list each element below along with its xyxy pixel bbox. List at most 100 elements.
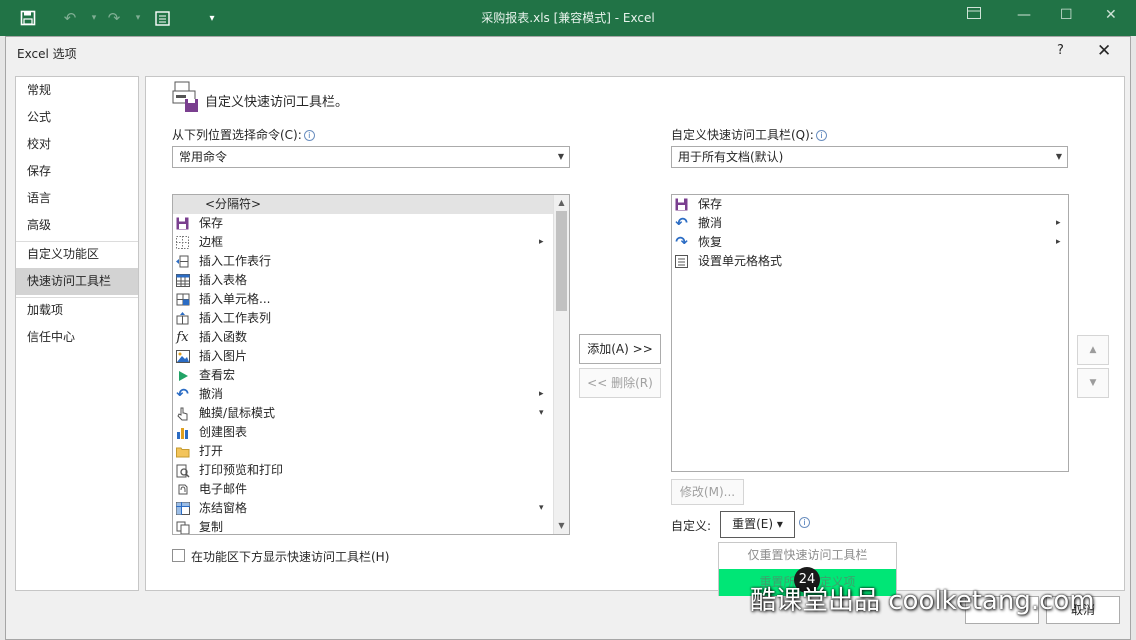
excel-options-dialog: Excel 选项 ? ✕ 常规 公式 校对 保存 语言 高级 自定义功能区 快速…	[5, 36, 1131, 640]
list-item[interactable]: 边框 ▸	[173, 233, 553, 252]
list-item-label: 打印预览和打印	[199, 463, 284, 477]
nav-item-customize-ribbon[interactable]: 自定义功能区	[16, 241, 138, 268]
nav-item-proofing[interactable]: 校对	[16, 131, 138, 158]
list-item[interactable]: 查看宏	[173, 366, 553, 385]
help-button[interactable]: ?	[1057, 43, 1064, 58]
commands-scrollbar[interactable]: ▲ ▼	[553, 195, 569, 534]
nav-item-general[interactable]: 常规	[16, 77, 138, 104]
list-item-label: 保存	[199, 216, 224, 230]
scroll-down-icon[interactable]: ▼	[554, 518, 569, 533]
list-item[interactable]: 触摸/鼠标模式 ▾	[173, 404, 553, 423]
customize-qat-label: 自定义快速访问工具栏(Q): i	[671, 126, 827, 143]
list-item-label: 触摸/鼠标模式	[199, 406, 276, 420]
list-item[interactable]: 创建图表	[173, 423, 553, 442]
submenu-arrow-icon: ▾	[539, 408, 544, 418]
customize-label: 自定义:	[671, 519, 712, 533]
list-item[interactable]: 插入工作表行	[173, 252, 553, 271]
list-item-label: 复制	[199, 520, 224, 534]
move-up-icon: ▲	[1089, 345, 1097, 355]
category-nav: 常规 公式 校对 保存 语言 高级 自定义功能区 快速访问工具栏 加载项 信任中…	[15, 76, 139, 591]
nav-item-quick-access-toolbar[interactable]: 快速访问工具栏	[16, 268, 138, 295]
folder-icon	[175, 444, 190, 459]
modify-button[interactable]: 修改(M)...	[671, 479, 744, 505]
list-item-label: 设置单元格格式	[698, 254, 783, 268]
list-item[interactable]: ↶ 撤消 ▸	[173, 385, 553, 404]
choose-commands-label: 从下列位置选择命令(C): i	[172, 126, 315, 143]
move-down-button[interactable]: ▼	[1077, 368, 1109, 398]
list-item[interactable]: ↷ 恢复 ▸	[672, 233, 1068, 252]
undo-icon: ↶	[176, 385, 189, 403]
list-item[interactable]: 打印预览和打印	[173, 461, 553, 480]
list-item[interactable]: <分隔符>	[173, 195, 553, 214]
list-item[interactable]: 复制	[173, 518, 553, 534]
chevron-down-icon: ▼	[557, 152, 564, 161]
ribbon-display-icon[interactable]	[967, 7, 981, 23]
choose-commands-label-text: 从下列位置选择命令(C):	[172, 128, 302, 142]
email-icon	[175, 482, 190, 497]
nav-item-language[interactable]: 语言	[16, 185, 138, 212]
list-item[interactable]: 电子邮件	[173, 480, 553, 499]
window-close-icon[interactable]: ✕	[1105, 7, 1117, 23]
nav-item-formulas[interactable]: 公式	[16, 104, 138, 131]
close-button[interactable]: ✕	[1097, 41, 1111, 61]
nav-item-save[interactable]: 保存	[16, 158, 138, 185]
move-up-button[interactable]: ▲	[1077, 335, 1109, 365]
watermark: 酷课堂出品 coolketang.com	[750, 586, 1095, 616]
customize-qat-select[interactable]: 用于所有文档(默认) ▼	[671, 146, 1068, 168]
save-icon	[674, 197, 689, 212]
add-button[interactable]: 添加(A) >>	[579, 334, 661, 364]
list-item-label: 插入图片	[199, 349, 248, 363]
reset-qat-only-item[interactable]: 仅重置快速访问工具栏	[719, 543, 896, 568]
customize-qat-label-text: 自定义快速访问工具栏(Q):	[671, 128, 814, 142]
undo-icon: ↶	[675, 214, 688, 232]
table-icon	[175, 273, 190, 288]
nav-item-add-ins[interactable]: 加载项	[16, 297, 138, 324]
list-item-label: 打开	[199, 444, 224, 458]
list-item-label: 插入工作表行	[199, 254, 272, 268]
list-item[interactable]: fx 插入函数	[173, 328, 553, 347]
nav-item-trust-center[interactable]: 信任中心	[16, 324, 138, 351]
list-item[interactable]: 保存	[672, 195, 1068, 214]
submenu-arrow-icon: ▸	[1056, 218, 1061, 228]
picture-icon	[175, 349, 190, 364]
minimize-icon[interactable]: —	[1017, 7, 1031, 23]
redo-icon: ↷	[675, 233, 688, 251]
list-item-label: 插入工作表列	[199, 311, 272, 325]
list-item-label: 插入表格	[199, 273, 248, 287]
commands-list[interactable]: <分隔符> 保存 边框 ▸ 插入工作表行 插入表格 插入单元格... 插入工作表…	[172, 194, 570, 535]
move-down-icon: ▼	[1089, 378, 1097, 388]
maximize-icon[interactable]: ☐	[1060, 7, 1073, 23]
choose-commands-value: 常用命令	[179, 150, 228, 164]
list-item[interactable]: 设置单元格格式	[672, 252, 1068, 271]
list-item[interactable]: 插入表格	[173, 271, 553, 290]
border-icon	[175, 235, 190, 250]
list-item[interactable]: ↶ 撤消 ▸	[672, 214, 1068, 233]
remove-button[interactable]: << 删除(R)	[579, 368, 661, 398]
list-item[interactable]: 冻结窗格 ▾	[173, 499, 553, 518]
nav-item-advanced[interactable]: 高级	[16, 212, 138, 239]
reset-button[interactable]: 重置(E) ▾	[720, 511, 795, 538]
list-item[interactable]: 插入图片	[173, 347, 553, 366]
list-item-label: 撤消	[698, 216, 723, 230]
list-item-label: 查看宏	[199, 368, 236, 382]
list-item-label: 边框	[199, 235, 224, 249]
scroll-up-icon[interactable]: ▲	[554, 195, 569, 210]
list-item-label: 插入函数	[199, 330, 248, 344]
list-item[interactable]: 插入单元格...	[173, 290, 553, 309]
save-icon	[175, 216, 190, 231]
list-item-label: 创建图表	[199, 425, 248, 439]
show-below-ribbon-checkbox[interactable]	[172, 549, 185, 562]
list-item-label: 电子邮件	[199, 482, 248, 496]
info-icon: i	[815, 130, 827, 141]
list-item[interactable]: 保存	[173, 214, 553, 233]
touch-icon	[175, 406, 190, 421]
list-item[interactable]: 打开	[173, 442, 553, 461]
submenu-arrow-icon: ▸	[1056, 237, 1061, 247]
scroll-thumb[interactable]	[556, 211, 567, 311]
qat-items-list[interactable]: 保存 ↶ 撤消 ▸ ↷ 恢复 ▸ 设置单元格格式	[671, 194, 1069, 472]
insert-row-icon	[175, 254, 190, 269]
format-cells-icon	[674, 254, 689, 269]
list-item-label: 撤消	[199, 387, 224, 401]
list-item[interactable]: 插入工作表列	[173, 309, 553, 328]
choose-commands-select[interactable]: 常用命令 ▼	[172, 146, 570, 168]
